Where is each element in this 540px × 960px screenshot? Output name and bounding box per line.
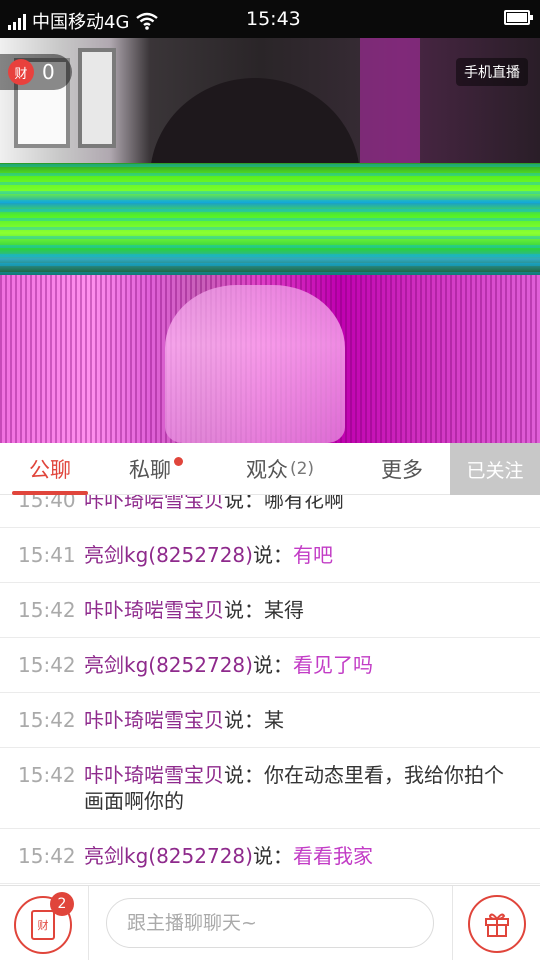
message-text: 某 [264, 708, 284, 732]
chat-message: 15:42 咔卟琦啱雪宝贝说：某得 [0, 583, 540, 638]
message-body: 亮剑kg(8252728)说：有吧 [84, 542, 520, 568]
video-glitch-band [0, 163, 540, 275]
wallet-icon: 财 [31, 910, 55, 940]
video-glitch-strip [360, 38, 420, 163]
message-text: 看看我家 [292, 844, 373, 868]
chat-input[interactable] [106, 898, 434, 948]
message-time: 15:42 [18, 598, 76, 622]
message-time: 15:40 [18, 495, 76, 512]
divider [88, 886, 89, 960]
message-said: 说： [252, 543, 293, 567]
message-text: 看见了吗 [292, 653, 373, 677]
audience-count: (2) [289, 459, 315, 479]
tab-label: 观众 [245, 458, 288, 482]
unread-dot [174, 457, 183, 466]
coin-icon: 财 [8, 59, 34, 85]
message-said: 说： [224, 708, 264, 732]
message-body: 咔卟琦啱雪宝贝说：某得 [84, 597, 520, 623]
wallet-badge: 2 [50, 892, 74, 916]
tab-label: 更多 [381, 458, 423, 482]
message-text: 某得 [264, 598, 304, 622]
video-window-shape [78, 48, 116, 148]
message-text: 有吧 [292, 543, 333, 567]
message-username[interactable]: 亮剑kg(8252728) [84, 543, 253, 567]
video-person-face [165, 285, 345, 443]
message-body: 咔卟琦啱雪宝贝说：某 [84, 707, 520, 733]
message-username[interactable]: 亮剑kg(8252728) [84, 653, 253, 677]
message-said: 说： [224, 598, 264, 622]
message-username[interactable]: 咔卟琦啱雪宝贝 [84, 598, 224, 622]
chat-tabs: 公聊 私聊 观众 (2) 更多 已关注 [0, 443, 540, 495]
tab-label-wrap: 私聊 [129, 454, 183, 484]
carrier-label: 中国移动4G [32, 12, 130, 33]
message-text: 哪有花啊 [264, 495, 344, 512]
battery-icon [504, 10, 533, 25]
gift-icon [485, 913, 509, 937]
message-username[interactable]: 亮剑kg(8252728) [84, 844, 253, 868]
divider [452, 886, 453, 960]
message-username[interactable]: 咔卟琦啱雪宝贝 [84, 708, 224, 732]
message-time: 15:42 [18, 763, 76, 787]
message-body: 咔卟琦啱雪宝贝说：哪有花啊 [84, 495, 520, 513]
message-body: 亮剑kg(8252728)说：看看我家 [84, 843, 520, 869]
coin-badge[interactable]: 财 0 [0, 54, 72, 90]
message-said: 说： [252, 653, 293, 677]
message-time: 15:42 [18, 653, 76, 677]
chat-message: 15:42 亮剑kg(8252728)说：看见了吗 [0, 638, 540, 693]
message-said: 说： [224, 763, 264, 787]
tab-public-chat[interactable]: 公聊 [12, 443, 88, 495]
live-room-screen: 中国移动4G 15:43 财 0 手机直播 公聊 私聊 观众 (2) 更多 已关… [0, 0, 540, 960]
gift-button[interactable] [468, 895, 526, 953]
message-username[interactable]: 咔卟琦啱雪宝贝 [84, 763, 224, 787]
signal-icon [8, 12, 26, 30]
wifi-icon [136, 12, 159, 30]
chat-message: 15:42 亮剑kg(8252728)说：看看我家 [0, 829, 540, 884]
tab-private-chat[interactable]: 私聊 [112, 443, 188, 495]
live-video[interactable]: 财 0 手机直播 [0, 38, 540, 443]
chat-message: 15:42 咔卟琦啱雪宝贝说：某 [0, 693, 540, 748]
status-left: 中国移动4G [8, 8, 159, 34]
status-bar: 中国移动4G 15:43 [0, 0, 540, 38]
tab-label: 公聊 [29, 458, 71, 482]
wallet-button[interactable]: 财 2 [14, 892, 74, 954]
follow-button[interactable]: 已关注 [450, 443, 540, 495]
tab-audience[interactable]: 观众 (2) [232, 443, 328, 495]
message-said: 说： [252, 844, 293, 868]
bottom-bar: 财 2 [0, 885, 540, 960]
message-time: 15:42 [18, 708, 76, 732]
message-body: 亮剑kg(8252728)说：看见了吗 [84, 652, 520, 678]
chat-message: 15:40 咔卟琦啱雪宝贝说：哪有花啊 [0, 495, 540, 528]
message-body: 咔卟琦啱雪宝贝说：你在动态里看，我给你拍个画面啊你的 [84, 762, 520, 814]
chat-messages: 15:40 咔卟琦啱雪宝贝说：哪有花啊 15:41 亮剑kg(8252728)说：有吧… [0, 495, 540, 884]
message-said: 说： [224, 495, 264, 512]
tab-more[interactable]: 更多 [362, 443, 442, 495]
message-time: 15:41 [18, 543, 76, 567]
chat-message: 15:41 亮剑kg(8252728)说：有吧 [0, 528, 540, 583]
coin-count: 0 [42, 60, 55, 84]
tab-label: 私聊 [129, 458, 171, 482]
message-time: 15:42 [18, 844, 76, 868]
chat-message: 15:42 咔卟琦啱雪宝贝说：你在动态里看，我给你拍个画面啊你的 [0, 748, 540, 829]
chat-list[interactable]: 15:40 咔卟琦啱雪宝贝说：哪有花啊 15:41 亮剑kg(8252728)说：有吧… [0, 495, 540, 885]
mobile-live-tag: 手机直播 [456, 58, 528, 86]
status-time: 15:43 [246, 8, 301, 30]
message-username[interactable]: 咔卟琦啱雪宝贝 [84, 495, 224, 512]
